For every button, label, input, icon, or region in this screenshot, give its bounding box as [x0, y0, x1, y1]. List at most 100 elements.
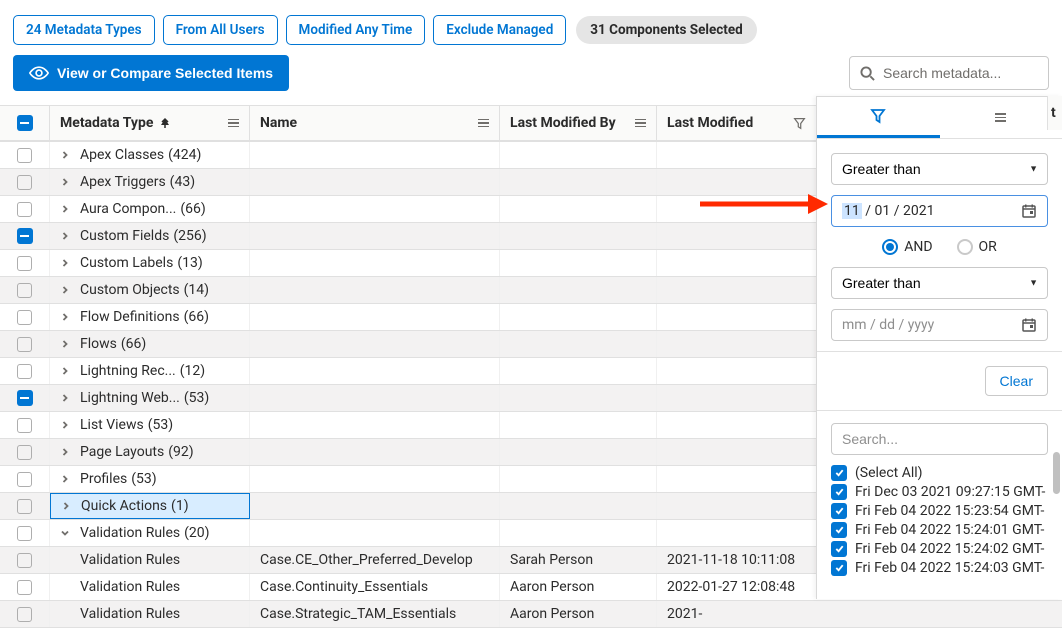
row-name-cell [250, 223, 500, 249]
panel-list-item[interactable]: Fri Dec 03 2021 09:27:15 GMT- [831, 482, 1048, 501]
radio-and[interactable]: AND [882, 239, 932, 255]
panel-list-item[interactable]: Fri Feb 04 2022 15:24:01 GMT- [831, 520, 1048, 539]
filter-users[interactable]: From All Users [163, 15, 278, 45]
checkbox-empty[interactable] [17, 499, 32, 514]
checkbox-empty[interactable] [17, 445, 32, 460]
table-row[interactable]: Validation RulesCase.Strategic_TAM_Essen… [0, 601, 1062, 628]
panel-tab-filter[interactable] [817, 97, 940, 138]
chevron-right-icon[interactable] [60, 366, 70, 376]
chevron-right-icon[interactable] [60, 393, 70, 403]
row-type-cell[interactable]: Flow Definitions(66) [50, 304, 250, 330]
checkbox-checked[interactable] [831, 560, 847, 576]
checkbox-empty[interactable] [17, 580, 32, 595]
checkbox-checked[interactable] [831, 541, 847, 557]
filter-managed[interactable]: Exclude Managed [433, 15, 566, 45]
clear-button[interactable]: Clear [985, 366, 1048, 396]
row-type-cell[interactable]: Aura Compon...(66) [50, 196, 250, 222]
panel-list-item[interactable]: (Select All) [831, 463, 1048, 482]
chevron-right-icon[interactable] [60, 285, 70, 295]
checkbox-indeterminate[interactable] [17, 390, 33, 406]
chevron-right-icon[interactable] [60, 150, 70, 160]
checkbox-empty[interactable] [17, 148, 32, 163]
header-name[interactable]: Name [250, 106, 500, 140]
row-type-cell[interactable]: Validation Rules [50, 601, 250, 627]
checkbox-empty[interactable] [17, 364, 32, 379]
chevron-right-icon[interactable] [60, 258, 70, 268]
row-type-cell[interactable]: Apex Triggers(43) [50, 169, 250, 195]
filter-active-icon[interactable] [793, 117, 806, 130]
panel-list-item[interactable]: Fri Feb 04 2022 15:23:54 GMT- [831, 501, 1048, 520]
chevron-right-icon[interactable] [60, 312, 70, 322]
checkbox-indeterminate[interactable] [17, 228, 33, 244]
checkbox-empty[interactable] [17, 553, 32, 568]
checkbox-empty[interactable] [17, 283, 32, 298]
checkbox-empty[interactable] [17, 472, 32, 487]
search-metadata-input[interactable] [883, 65, 1038, 81]
calendar-icon[interactable] [1021, 203, 1037, 219]
row-type-cell[interactable]: Quick Actions(1) [50, 493, 250, 519]
operator-select-1[interactable]: Greater than [831, 153, 1048, 185]
row-type-cell[interactable]: Page Layouts(92) [50, 439, 250, 465]
date-input-1[interactable]: 11 / 01 / 2021 [831, 195, 1048, 227]
chevron-right-icon[interactable] [60, 339, 70, 349]
row-checkbox-cell [0, 250, 50, 276]
row-type-cell[interactable]: Lightning Web...(53) [50, 385, 250, 411]
chevron-right-icon[interactable] [60, 447, 70, 457]
row-type-cell[interactable]: Flows(66) [50, 331, 250, 357]
checkbox-empty[interactable] [17, 175, 32, 190]
row-type-cell[interactable]: Custom Labels(13) [50, 250, 250, 276]
chevron-right-icon[interactable] [60, 177, 70, 187]
filter-time[interactable]: Modified Any Time [286, 15, 426, 45]
checkbox-empty[interactable] [17, 202, 32, 217]
chevron-right-icon[interactable] [60, 474, 70, 484]
header-last-modified[interactable]: Last Modified [657, 106, 816, 140]
row-type-cell[interactable]: Custom Fields(256) [50, 223, 250, 249]
checkbox-empty[interactable] [17, 418, 32, 433]
panel-scrollbar[interactable] [1053, 452, 1060, 494]
header-modified-by[interactable]: Last Modified By [500, 106, 657, 140]
row-type-cell[interactable]: Lightning Rec...(12) [50, 358, 250, 384]
column-menu-icon[interactable] [635, 119, 646, 128]
row-last-modified-cell: 2021- [657, 601, 816, 627]
checkbox-checked[interactable] [831, 522, 847, 538]
view-compare-button[interactable]: View or Compare Selected Items [13, 55, 289, 91]
row-type-cell[interactable]: Validation Rules [50, 547, 250, 573]
checkbox-checked[interactable] [831, 465, 847, 481]
panel-list-item[interactable]: Fri Feb 04 2022 15:24:02 GMT- [831, 539, 1048, 558]
row-type-cell[interactable]: Validation Rules [50, 574, 250, 600]
column-menu-icon[interactable] [478, 119, 489, 128]
row-type-cell[interactable]: List Views(53) [50, 412, 250, 438]
chevron-right-icon[interactable] [60, 420, 70, 430]
row-type-cell[interactable]: Validation Rules(20) [50, 520, 250, 546]
checkbox-empty[interactable] [17, 256, 32, 271]
checkbox-empty[interactable] [17, 526, 32, 541]
panel-tab-columns[interactable] [940, 97, 1062, 138]
chevron-right-icon[interactable] [61, 501, 71, 511]
header-checkbox-indeterminate[interactable] [17, 115, 33, 131]
chevron-down-icon[interactable] [60, 528, 70, 538]
row-checkbox-cell [0, 412, 50, 438]
operator-select-2[interactable]: Greater than [831, 267, 1048, 299]
date-input-2[interactable]: mm / dd / yyyy [831, 309, 1048, 341]
checkbox-empty[interactable] [17, 607, 32, 622]
chevron-right-icon[interactable] [60, 231, 70, 241]
row-modified-by-cell [500, 385, 657, 411]
panel-search-row [817, 411, 1062, 463]
panel-list-item[interactable]: Fri Feb 04 2022 15:24:03 GMT- [831, 558, 1048, 577]
checkbox-empty[interactable] [17, 337, 32, 352]
calendar-icon[interactable] [1021, 317, 1037, 333]
radio-or[interactable]: OR [957, 239, 997, 255]
row-type-label: Flow Definitions(66) [80, 309, 209, 325]
checkbox-checked[interactable] [831, 484, 847, 500]
row-type-cell[interactable]: Custom Objects(14) [50, 277, 250, 303]
checkbox-checked[interactable] [831, 503, 847, 519]
row-type-cell[interactable]: Profiles(53) [50, 466, 250, 492]
filter-metadata-types[interactable]: 24 Metadata Types [13, 15, 155, 45]
header-metadata-type[interactable]: Metadata Type [50, 106, 250, 140]
checkbox-empty[interactable] [17, 310, 32, 325]
chevron-right-icon[interactable] [60, 204, 70, 214]
column-menu-icon[interactable] [228, 119, 239, 128]
search-metadata-box[interactable] [849, 56, 1049, 90]
row-type-cell[interactable]: Apex Classes(424) [50, 142, 250, 168]
panel-search-input[interactable] [831, 423, 1048, 455]
